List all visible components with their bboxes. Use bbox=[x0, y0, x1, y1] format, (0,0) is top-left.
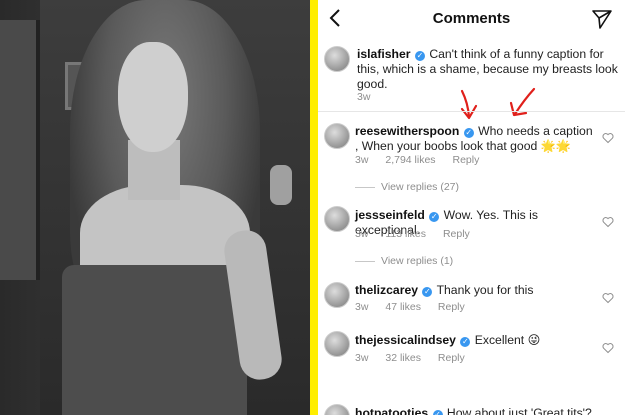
comment-emoji: 😜 bbox=[527, 333, 541, 347]
comment-meta: 3w 47 likes Reply bbox=[355, 301, 479, 313]
avatar[interactable] bbox=[324, 331, 350, 357]
avatar[interactable] bbox=[324, 282, 350, 308]
comment-username[interactable]: thejessicalindsey bbox=[355, 333, 456, 347]
post-photo bbox=[0, 0, 310, 415]
comment-meta: 3w 2,794 likes Reply bbox=[355, 154, 493, 166]
comment-username[interactable]: jessseinfeld bbox=[355, 208, 425, 222]
caption-username[interactable]: islafisher bbox=[357, 47, 411, 61]
comment-username[interactable]: reesewitherspoon bbox=[355, 124, 459, 138]
comment-time: 3w bbox=[355, 301, 369, 313]
comment-body: Thank you for this bbox=[436, 283, 534, 297]
send-icon[interactable] bbox=[591, 8, 613, 30]
comment-meta: 3w 32 likes Reply bbox=[355, 352, 479, 364]
caption-text: islafisher ✓ Can't think of a funny capt… bbox=[357, 47, 619, 92]
comment-text: thejessicalindsey ✓ Excellent 😜 bbox=[355, 333, 595, 348]
comment-username[interactable]: thelizcarey bbox=[355, 283, 418, 297]
comment-body: How about just 'Great tits'? bbox=[446, 406, 592, 415]
reply-button[interactable]: Reply bbox=[443, 228, 470, 240]
comment-time: 3w bbox=[355, 154, 369, 166]
reply-button[interactable]: Reply bbox=[438, 352, 465, 364]
yellow-divider bbox=[310, 0, 318, 415]
comment-likes[interactable]: 113 likes bbox=[385, 228, 426, 240]
verified-badge-icon: ✓ bbox=[460, 337, 471, 347]
comment-likes[interactable]: 2,794 likes bbox=[385, 154, 435, 166]
heart-icon[interactable] bbox=[602, 216, 614, 228]
comment-body: Excellent bbox=[474, 333, 525, 347]
comment-text: hotpatooties ✓ How about just 'Great tit… bbox=[355, 406, 615, 415]
comment-likes[interactable]: 47 likes bbox=[385, 301, 421, 313]
avatar[interactable] bbox=[324, 206, 350, 232]
view-replies-button[interactable]: View replies (27) bbox=[355, 181, 459, 193]
verified-badge-icon: ✓ bbox=[432, 410, 443, 415]
heart-icon[interactable] bbox=[602, 342, 614, 354]
divider-line bbox=[318, 111, 625, 112]
comment-text: reesewitherspoon ✓ Who needs a caption ,… bbox=[355, 124, 595, 154]
top-bar: Comments bbox=[318, 0, 625, 38]
verified-badge-icon: ✓ bbox=[429, 212, 440, 222]
page-title: Comments bbox=[432, 10, 511, 27]
comment-meta: 3w 113 likes Reply bbox=[355, 228, 484, 240]
avatar[interactable] bbox=[324, 123, 350, 149]
comment-time: 3w bbox=[355, 352, 369, 364]
verified-badge-icon: ✓ bbox=[414, 51, 425, 61]
comment-text: thelizcarey ✓ Thank you for this bbox=[355, 283, 595, 298]
comment-likes[interactable]: 32 likes bbox=[385, 352, 421, 364]
caption-meta: 3w bbox=[357, 91, 384, 103]
comments-panel: Comments islafisher ✓ Can't think of a f… bbox=[318, 0, 625, 415]
heart-icon[interactable] bbox=[602, 132, 614, 144]
caption-time: 3w bbox=[357, 91, 371, 103]
comment-username[interactable]: hotpatooties bbox=[355, 406, 428, 415]
verified-badge-icon: ✓ bbox=[463, 128, 474, 138]
heart-icon[interactable] bbox=[602, 292, 614, 304]
view-replies-button[interactable]: View replies (1) bbox=[355, 255, 453, 267]
comment-time: 3w bbox=[355, 228, 369, 240]
comment-emoji: 🌟🌟 bbox=[540, 139, 572, 153]
verified-badge-icon: ✓ bbox=[422, 287, 433, 297]
annotation-arrow-icon bbox=[509, 87, 536, 117]
reply-button[interactable]: Reply bbox=[452, 154, 479, 166]
reply-button[interactable]: Reply bbox=[438, 301, 465, 313]
avatar[interactable] bbox=[324, 46, 350, 72]
annotation-arrow-icon bbox=[460, 89, 478, 120]
avatar[interactable] bbox=[324, 404, 350, 415]
